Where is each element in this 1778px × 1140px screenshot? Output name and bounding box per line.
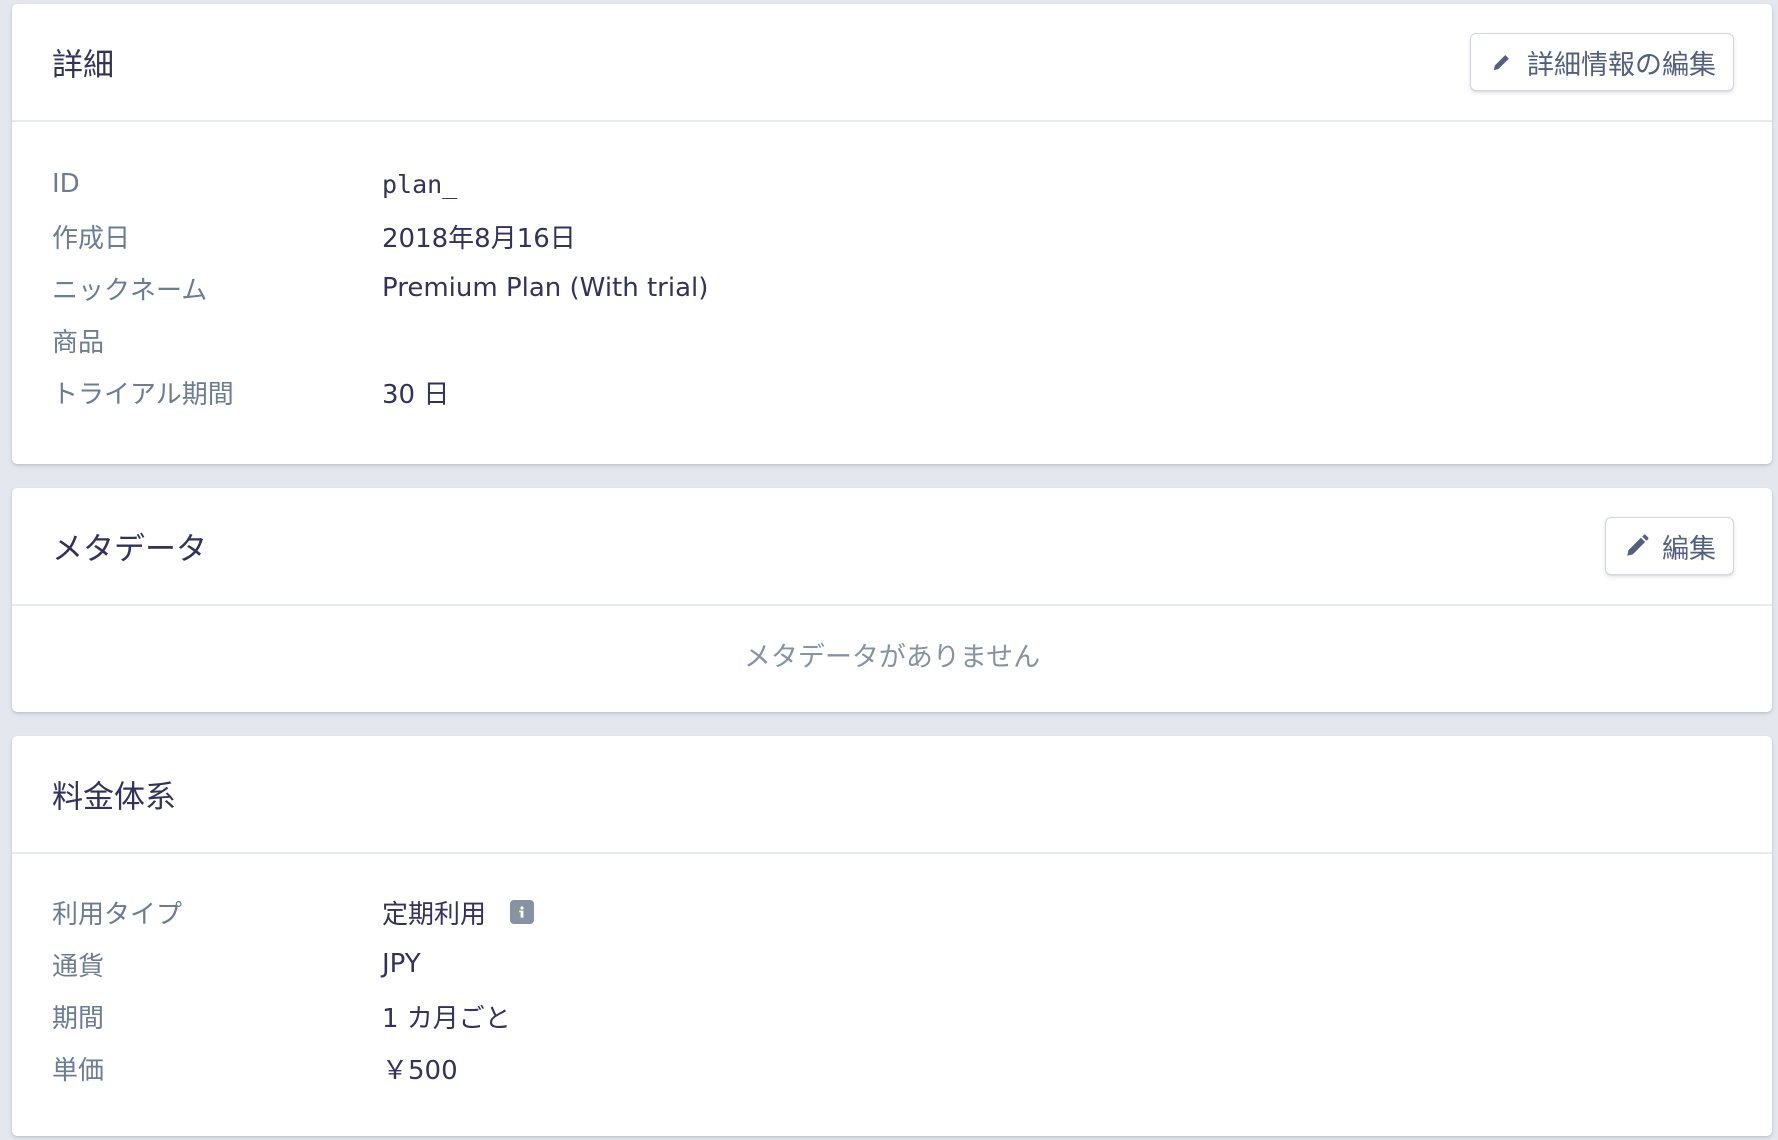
detail-label: ID (52, 169, 80, 199)
edit-details-button[interactable]: 詳細情報の編集 (1470, 33, 1734, 91)
metadata-card: メタデータ 編集 メタデータがありません (12, 488, 1772, 712)
pricing-row-usage-type: 利用タイプ 定期利用 (52, 886, 1732, 938)
pricing-header: 料金体系 (12, 736, 1772, 854)
detail-label: 作成日 (52, 223, 131, 254)
detail-row-product: 商品 (52, 314, 1732, 366)
detail-row-trial: トライアル期間 30 日 (52, 366, 1732, 418)
metadata-title: メタデータ (52, 531, 207, 568)
pricing-label: 期間 (52, 1003, 105, 1034)
nickname-value: Premium Plan (With trial) (382, 273, 709, 303)
pricing-row-unit-price: 単価 ￥500 (52, 1042, 1732, 1094)
edit-metadata-label: 編集 (1662, 533, 1716, 565)
details-title: 詳細 (52, 47, 114, 84)
pricing-row-currency: 通貨 JPY (52, 938, 1732, 990)
details-card: 詳細 詳細情報の編集 ID plan_ 作成日 2018年8月16日 ニックネー… (12, 4, 1772, 464)
detail-label: ニックネーム (52, 275, 208, 306)
info-icon[interactable] (510, 900, 535, 924)
plan-id-value: plan_ (382, 169, 458, 199)
pricing-label: 利用タイプ (52, 899, 183, 930)
edit-metadata-button[interactable]: 編集 (1605, 517, 1734, 575)
pricing-title: 料金体系 (52, 779, 176, 816)
detail-row-id: ID plan_ (52, 158, 1732, 210)
usage-type-text: 定期利用 (382, 899, 487, 930)
pricing-card: 料金体系 利用タイプ 定期利用 通貨 JPY 期間 1 カ月ごと 単価 ￥500 (12, 736, 1772, 1136)
detail-row-nickname: ニックネーム Premium Plan (With trial) (52, 262, 1732, 314)
edit-details-label: 詳細情報の編集 (1527, 49, 1716, 81)
pricing-row-interval: 期間 1 カ月ごと (52, 990, 1732, 1042)
usage-type-value: 定期利用 (382, 894, 535, 931)
details-list: ID plan_ 作成日 2018年8月16日 ニックネーム Premium P… (12, 122, 1772, 418)
pricing-label: 単価 (52, 1055, 105, 1086)
currency-value: JPY (382, 949, 421, 979)
details-header: 詳細 詳細情報の編集 (12, 4, 1772, 122)
detail-label: 商品 (52, 327, 105, 358)
pricing-list: 利用タイプ 定期利用 通貨 JPY 期間 1 カ月ごと 単価 ￥500 (12, 854, 1772, 1094)
metadata-header: メタデータ 編集 (12, 488, 1772, 606)
created-date-value: 2018年8月16日 (382, 223, 576, 254)
pencil-icon (1489, 49, 1515, 75)
interval-value: 1 カ月ごと (382, 1003, 511, 1034)
unit-price-value: ￥500 (382, 1055, 458, 1086)
detail-row-created: 作成日 2018年8月16日 (52, 210, 1732, 262)
trial-period-value: 30 日 (382, 379, 450, 410)
metadata-empty-state: メタデータがありません (743, 642, 1041, 673)
detail-label: トライアル期間 (52, 379, 234, 410)
pricing-label: 通貨 (52, 951, 105, 982)
pencil-icon (1624, 533, 1650, 559)
